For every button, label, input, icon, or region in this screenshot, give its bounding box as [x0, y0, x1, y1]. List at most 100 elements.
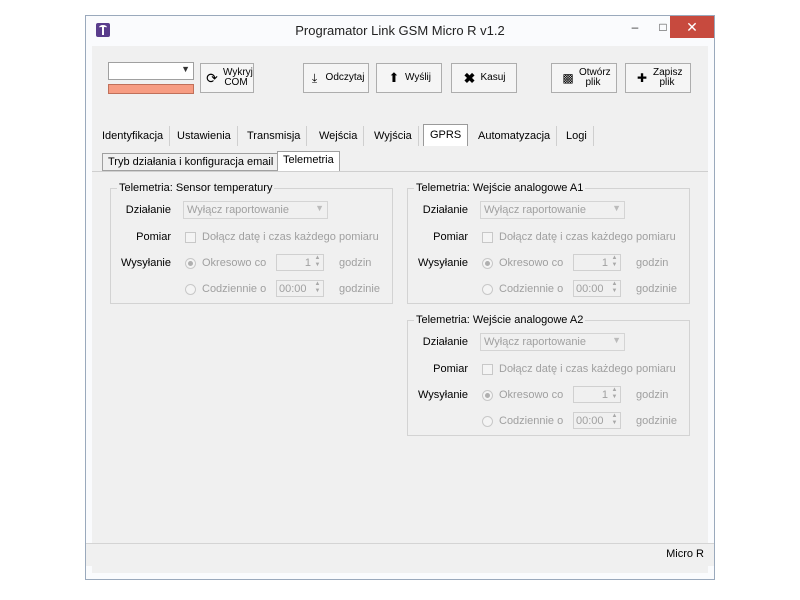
- measure-checkbox-label: Dołącz datę i czas każdego pomiaru: [202, 231, 379, 243]
- periodic-unit: godzin: [636, 257, 669, 269]
- daily-radio[interactable]: [482, 284, 493, 295]
- periodic-value: 1: [601, 389, 608, 401]
- spin-arrows-icon: ▲ ▼: [611, 281, 618, 294]
- sending-label: Wysyłanie: [120, 257, 171, 269]
- chevron-down-icon: ▼: [315, 203, 324, 213]
- periodic-radio[interactable]: [482, 390, 493, 401]
- daily-label: Codziennie o: [499, 415, 564, 427]
- spin-arrows-icon: ▲ ▼: [611, 387, 618, 400]
- save-file-label: Zapisz plik: [653, 67, 683, 88]
- measure-checkbox[interactable]: [185, 232, 196, 243]
- read-button[interactable]: ⤓ Odczytaj: [303, 63, 369, 93]
- tab-wejscia[interactable]: Wejścia: [313, 126, 365, 146]
- daily-value: 00:00: [576, 415, 604, 427]
- download-icon: ⤓: [311, 71, 318, 85]
- action-select[interactable]: Wyłącz raportowanie ▼: [183, 201, 328, 219]
- daily-time-stepper[interactable]: 00:00 ▲ ▼: [573, 280, 621, 297]
- periodic-radio[interactable]: [185, 258, 196, 269]
- tab-gprs[interactable]: GPRS: [423, 124, 469, 146]
- tab-transmisja[interactable]: Transmisja: [241, 126, 308, 146]
- chevron-down-icon: ▼: [181, 64, 190, 74]
- title-bar: Programator Link GSM Micro R v1.2 – □ ✕: [86, 16, 714, 46]
- measure-checkbox[interactable]: [482, 232, 493, 243]
- periodic-unit: godzin: [339, 257, 372, 269]
- tab-ustawienia[interactable]: Ustawienia: [171, 126, 238, 146]
- daily-unit: godzinie: [339, 283, 380, 295]
- periodic-radio[interactable]: [482, 258, 493, 269]
- daily-radio[interactable]: [185, 284, 196, 295]
- spin-arrows-icon: ▲ ▼: [611, 255, 618, 268]
- upload-icon: ⬆: [388, 70, 400, 85]
- status-bar: Micro R: [86, 543, 714, 566]
- sending-label: Wysyłanie: [417, 257, 468, 269]
- daily-time-stepper[interactable]: 00:00 ▲ ▼: [573, 412, 621, 429]
- action-select-value: Wyłącz raportowanie: [187, 204, 289, 216]
- daily-unit: godzinie: [636, 283, 677, 295]
- com-port-select[interactable]: ▼: [108, 62, 194, 80]
- spin-arrows-icon: ▲ ▼: [611, 413, 618, 426]
- periodic-label: Okresowo co: [202, 257, 267, 269]
- open-file-label: Otwórz plik: [579, 67, 611, 88]
- action-label: Działanie: [125, 204, 171, 216]
- tab-wyjscia[interactable]: Wyjścia: [368, 126, 419, 146]
- measure-label: Pomiar: [136, 231, 171, 243]
- periodic-unit: godzin: [636, 389, 669, 401]
- client-area: ▼ ⟳ Wykryj COM ⤓ Odczytaj ⬆ Wyślij ✖ Kas…: [92, 46, 708, 573]
- device-status: Micro R: [666, 548, 704, 560]
- connection-progress-bar: [108, 84, 194, 94]
- periodic-stepper[interactable]: 1 ▲ ▼: [276, 254, 324, 271]
- group-title: Telemetria: Sensor temperatury: [117, 182, 275, 194]
- subtab-tryb-dzialania[interactable]: Tryb działania i konfiguracja email: [102, 153, 280, 171]
- measure-label: Pomiar: [433, 231, 468, 243]
- open-file-button[interactable]: ▩ Otwórz plik: [551, 63, 617, 93]
- periodic-stepper[interactable]: 1 ▲ ▼: [573, 254, 621, 271]
- action-select-value: Wyłącz raportowanie: [484, 204, 586, 216]
- group-title: Telemetria: Wejście analogowe A1: [414, 182, 586, 194]
- measure-checkbox[interactable]: [482, 364, 493, 375]
- group-title: Telemetria: Wejście analogowe A2: [414, 314, 586, 326]
- app-window: Programator Link GSM Micro R v1.2 – □ ✕ …: [85, 15, 715, 580]
- save-file-button[interactable]: ✚ Zapisz plik: [625, 63, 691, 93]
- briefcase-plus-icon: ✚: [636, 71, 648, 85]
- read-label: Odczytaj: [325, 72, 365, 83]
- tab-logi[interactable]: Logi: [560, 126, 594, 146]
- action-select[interactable]: Wyłącz raportowanie ▼: [480, 201, 625, 219]
- minimize-button[interactable]: –: [621, 16, 649, 38]
- spin-arrows-icon: ▲ ▼: [314, 255, 321, 268]
- group-wejscie-analogowe-a2: Telemetria: Wejście analogowe A2 Działan…: [407, 314, 690, 436]
- daily-label: Codziennie o: [202, 283, 267, 295]
- tab-identyfikacja[interactable]: Identyfikacja: [96, 126, 171, 146]
- periodic-label: Okresowo co: [499, 257, 564, 269]
- daily-time-stepper[interactable]: 00:00 ▲ ▼: [276, 280, 324, 297]
- send-button[interactable]: ⬆ Wyślij: [376, 63, 442, 93]
- measure-checkbox-label: Dołącz datę i czas każdego pomiaru: [499, 363, 676, 375]
- action-label: Działanie: [422, 336, 468, 348]
- action-select[interactable]: Wyłącz raportowanie ▼: [480, 333, 625, 351]
- periodic-value: 1: [601, 257, 608, 269]
- periodic-stepper[interactable]: 1 ▲ ▼: [573, 386, 621, 403]
- group-wejscie-analogowe-a1: Telemetria: Wejście analogowe A1 Działan…: [407, 182, 690, 304]
- group-sensor-temperatury: Telemetria: Sensor temperatury Działanie…: [110, 182, 393, 304]
- daily-value: 00:00: [576, 283, 604, 295]
- close-button[interactable]: ✕: [670, 16, 714, 38]
- measure-label: Pomiar: [433, 363, 468, 375]
- action-label: Działanie: [422, 204, 468, 216]
- periodic-value: 1: [304, 257, 311, 269]
- erase-button[interactable]: ✖ Kasuj: [451, 63, 517, 93]
- send-label: Wyślij: [404, 72, 431, 83]
- detect-com-button[interactable]: ⟳ Wykryj COM: [200, 63, 254, 93]
- daily-radio[interactable]: [482, 416, 493, 427]
- tab-content-border: [92, 171, 708, 172]
- detect-com-label: Wykryj COM: [223, 67, 253, 88]
- erase-label: Kasuj: [480, 72, 506, 83]
- sending-label: Wysyłanie: [417, 389, 468, 401]
- folder-icon: ▩: [562, 71, 574, 85]
- chevron-down-icon: ▼: [612, 203, 621, 213]
- x-icon: ✖: [463, 70, 476, 86]
- window-title: Programator Link GSM Micro R v1.2: [295, 23, 505, 38]
- action-select-value: Wyłącz raportowanie: [484, 336, 586, 348]
- periodic-label: Okresowo co: [499, 389, 564, 401]
- tab-automatyzacja[interactable]: Automatyzacja: [472, 126, 558, 146]
- measure-checkbox-label: Dołącz datę i czas każdego pomiaru: [499, 231, 676, 243]
- subtab-telemetria[interactable]: Telemetria: [277, 151, 340, 171]
